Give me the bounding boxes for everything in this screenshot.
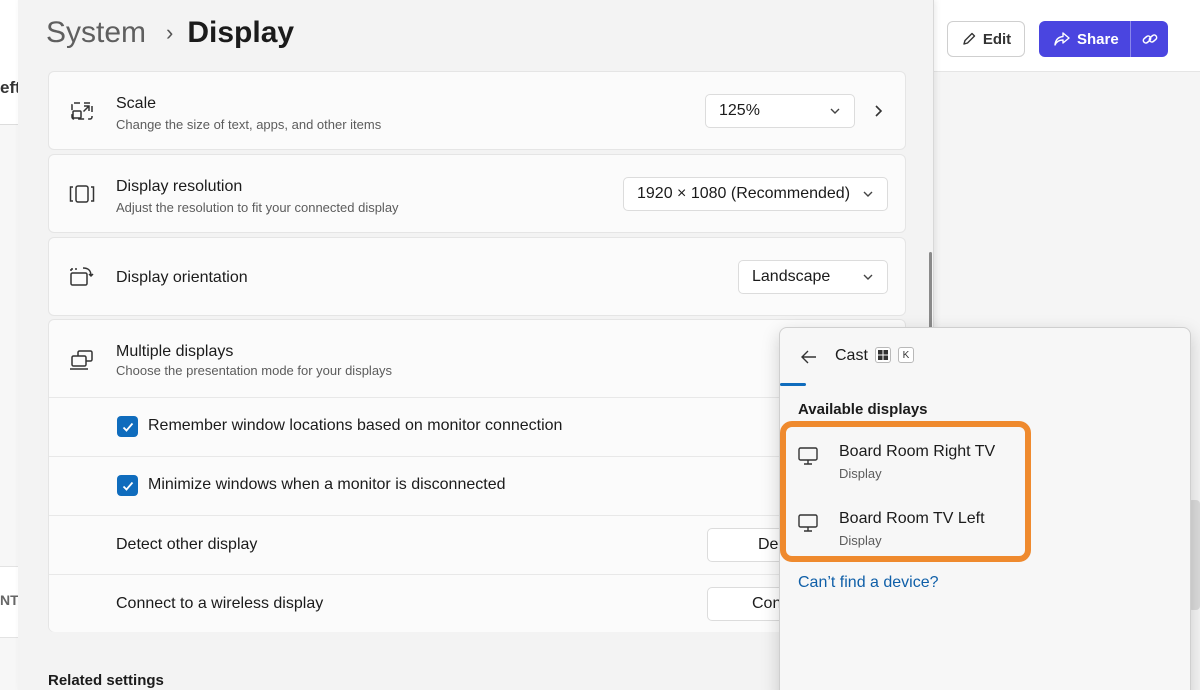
related-settings-heading: Related settings <box>48 672 164 689</box>
scale-setting[interactable]: Scale Change the size of text, apps, and… <box>48 71 906 150</box>
background-left-label-2: NT <box>0 592 19 608</box>
edit-button-label: Edit <box>982 30 1012 48</box>
shortcut-key-k: K <box>898 347 914 363</box>
breadcrumb: System › Display <box>46 12 294 54</box>
resolution-subtitle: Adjust the resolution to fit your connec… <box>116 200 399 215</box>
remember-locations-checkbox[interactable] <box>117 416 138 437</box>
device-item-board-room-right-tv[interactable]: Board Room Right TV Display <box>796 442 1026 494</box>
scale-subtitle: Change the size of text, apps, and other… <box>116 117 382 132</box>
minimize-windows-checkbox[interactable] <box>117 475 138 496</box>
device-type: Display <box>839 533 882 548</box>
monitor-icon <box>798 447 818 465</box>
windows-key-icon <box>875 347 891 363</box>
share-arrow-icon <box>1054 32 1070 46</box>
cast-header: Cast K <box>780 328 1190 386</box>
chevron-down-icon <box>863 191 873 197</box>
multiple-displays-title: Multiple displays <box>116 343 234 360</box>
device-name: Board Room Right TV <box>839 443 996 460</box>
minimize-windows-row: Minimize windows when a monitor is disco… <box>49 456 905 514</box>
link-icon <box>1142 34 1157 44</box>
orientation-icon <box>69 264 95 290</box>
cast-title: Cast <box>835 347 868 364</box>
multiple-displays-subtitle: Choose the presentation mode for your di… <box>116 363 393 378</box>
chevron-down-icon <box>830 108 840 114</box>
breadcrumb-system[interactable]: System <box>46 16 146 50</box>
resolution-dropdown[interactable]: 1920 × 1080 (Recommended) <box>623 177 888 211</box>
scale-dropdown-value: 125% <box>719 102 760 119</box>
cant-find-device-link[interactable]: Can’t find a device? <box>798 574 939 592</box>
remember-locations-label: Remember window locations based on monit… <box>148 417 563 434</box>
remember-locations-row: Remember window locations based on monit… <box>49 397 905 455</box>
share-button-group: Share <box>1039 21 1168 57</box>
multiple-displays-setting: Multiple displays Choose the presentatio… <box>48 319 906 632</box>
wireless-display-row: Connect to a wireless display Con <box>49 574 905 632</box>
available-displays-heading: Available displays <box>798 401 928 418</box>
detect-display-label: Detect other display <box>116 536 258 553</box>
scale-dropdown[interactable]: 125% <box>705 94 855 128</box>
breadcrumb-separator: › <box>166 20 174 45</box>
wireless-display-label: Connect to a wireless display <box>116 595 324 612</box>
background-left-header <box>0 0 18 125</box>
pencil-icon <box>963 32 976 45</box>
monitor-icon <box>798 514 818 532</box>
chevron-down-icon <box>863 274 873 280</box>
cast-header-accent <box>780 383 806 386</box>
orientation-setting: Display orientation Landscape <box>48 237 906 316</box>
multiple-displays-icon <box>69 347 95 373</box>
resolution-icon <box>69 181 95 207</box>
page-title: Display <box>187 16 295 49</box>
device-item-board-room-tv-left[interactable]: Board Room TV Left Display <box>796 509 1026 561</box>
checkmark-icon <box>122 422 133 432</box>
minimize-windows-label: Minimize windows when a monitor is disco… <box>148 476 506 493</box>
scale-icon <box>69 98 95 124</box>
orientation-title: Display orientation <box>116 269 248 286</box>
resolution-title: Display resolution <box>116 178 243 195</box>
device-name: Board Room TV Left <box>839 510 985 527</box>
checkmark-icon <box>122 481 133 491</box>
resolution-setting: Display resolution Adjust the resolution… <box>48 154 906 233</box>
detect-display-row: Detect other display De <box>49 515 905 573</box>
orientation-dropdown-value: Landscape <box>752 268 831 285</box>
settings-scrollbar[interactable] <box>929 252 932 330</box>
resolution-dropdown-value: 1920 × 1080 (Recommended) <box>637 185 851 202</box>
share-button[interactable]: Share <box>1039 21 1131 57</box>
edit-button[interactable]: Edit <box>947 21 1025 57</box>
copy-link-button[interactable] <box>1131 21 1168 57</box>
cast-flyout: Cast K Available displays Board Room Rig… <box>779 327 1191 690</box>
orientation-dropdown[interactable]: Landscape <box>738 260 888 294</box>
back-arrow-icon[interactable] <box>800 348 818 366</box>
device-type: Display <box>839 466 882 481</box>
scale-title: Scale <box>116 95 157 112</box>
share-button-label: Share <box>1077 30 1119 48</box>
chevron-right-icon <box>875 105 883 117</box>
